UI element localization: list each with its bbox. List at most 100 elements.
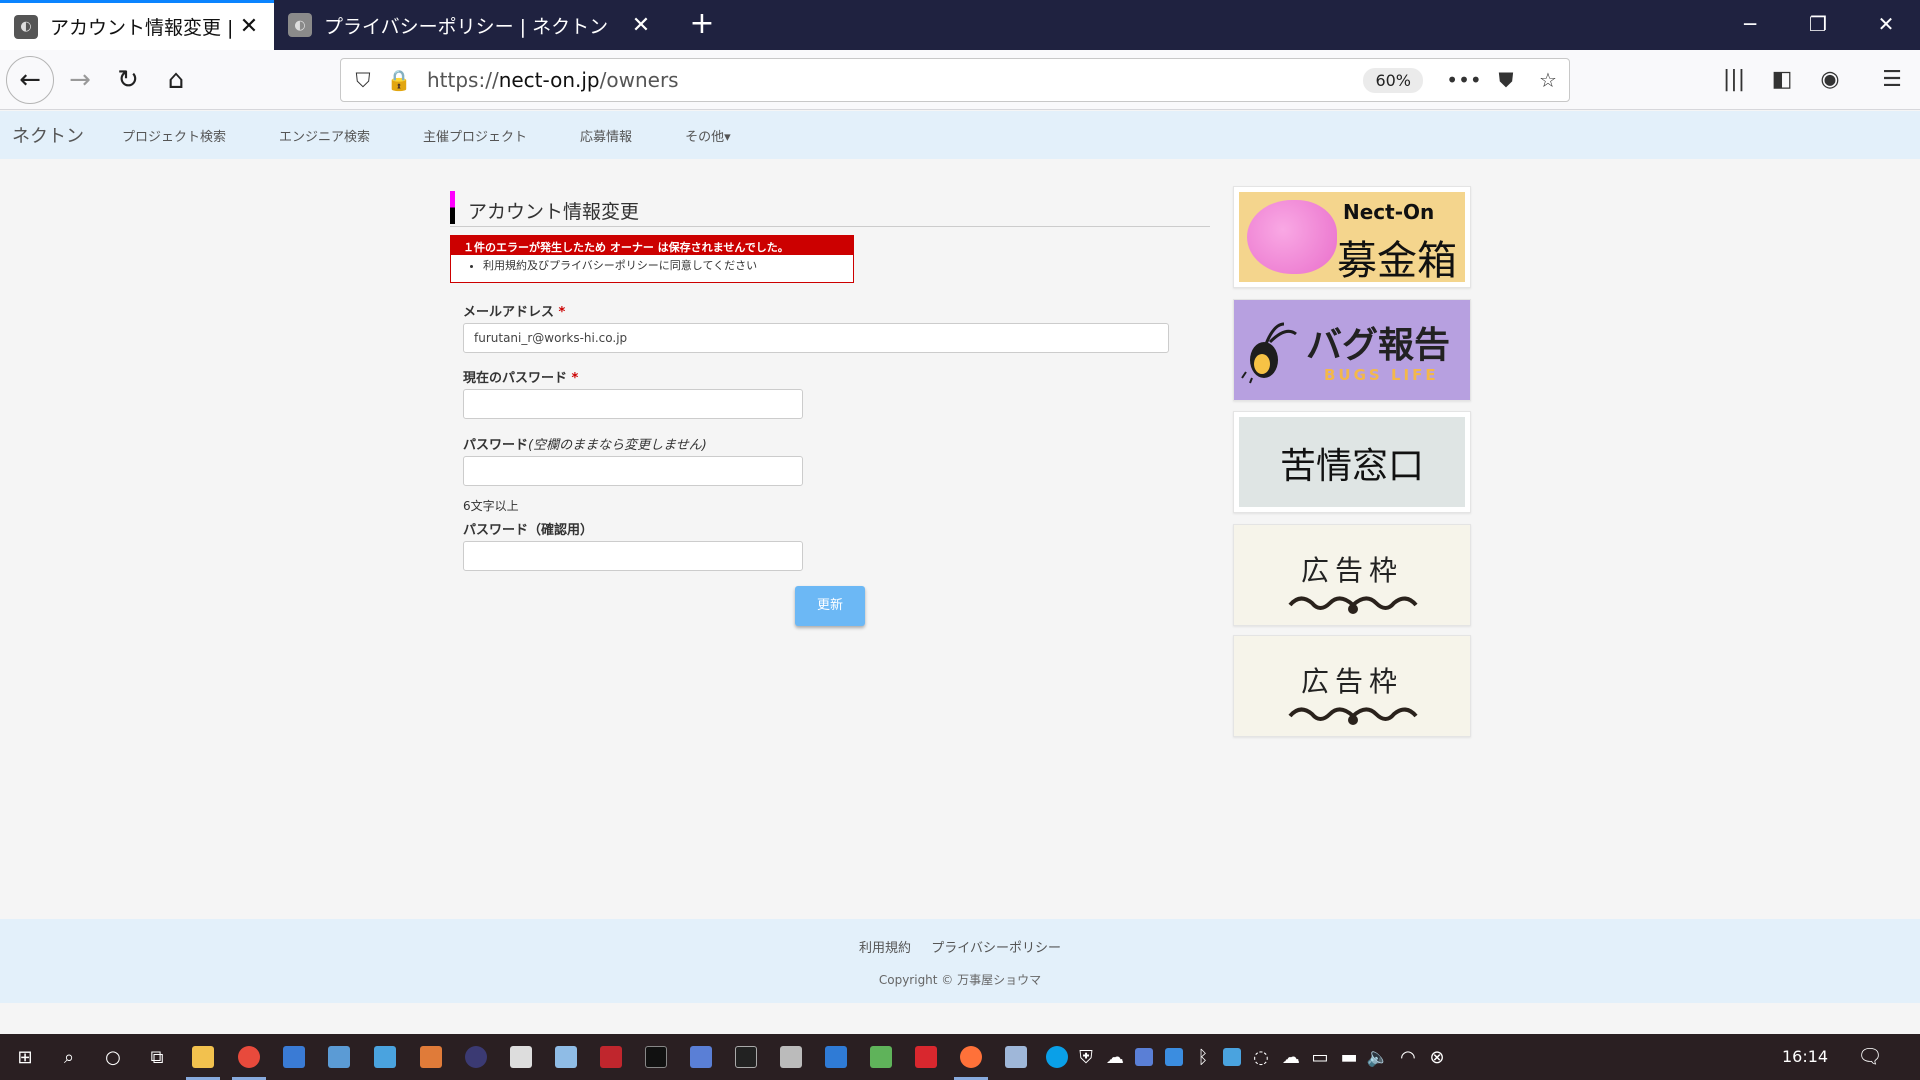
password-label: パスワード(空欄のままなら変更しません) (463, 434, 707, 453)
password-note: (空欄のままなら変更しません) (528, 438, 707, 453)
more-actions-icon[interactable]: ••• (1443, 68, 1485, 92)
cortana-icon[interactable]: ○ (96, 1041, 130, 1073)
tray-app-icon[interactable]: ◌ (1244, 1041, 1278, 1073)
banner-background: 苦情窓口 (1239, 417, 1465, 507)
banner-title: 苦情窓口 (1279, 446, 1424, 487)
app-icon[interactable] (549, 1041, 583, 1073)
password-confirm-label: パスワード（確認用） (463, 523, 594, 538)
bookmark-star-icon[interactable]: ☆ (1527, 68, 1569, 92)
app-icon[interactable] (999, 1041, 1033, 1073)
tab-title: プライバシーポリシー | ネクトン (324, 15, 609, 38)
url-text[interactable]: https://nect-on.jp/owners (427, 68, 1363, 92)
library-icon[interactable]: ||| (1712, 60, 1756, 100)
update-button[interactable]: 更新 (795, 586, 865, 626)
mail-icon[interactable] (819, 1041, 853, 1073)
network-error-icon[interactable]: ⊗ (1420, 1041, 1454, 1073)
page-footer: 利用規約 プライバシーポリシー Copyright © 万事屋ショウマ (0, 919, 1920, 1003)
terminal-icon[interactable] (639, 1041, 673, 1073)
password-confirm-field[interactable] (463, 541, 803, 571)
shield-icon[interactable]: ⛉ (345, 68, 381, 92)
notification-center-icon[interactable]: 🗨 (1856, 1044, 1884, 1070)
task-view-icon[interactable]: ⧉ (140, 1041, 174, 1073)
ad-slot-banner-1[interactable]: 広告枠 (1233, 524, 1471, 626)
current-password-field[interactable] (463, 389, 803, 419)
tab-account-settings[interactable]: ◐ アカウント情報変更 | ネクトン ✕ (0, 0, 274, 50)
back-button[interactable]: ← (6, 56, 54, 104)
privacy-policy-link[interactable]: プライバシーポリシー (931, 941, 1061, 956)
site-brand-link[interactable]: ネクトン (12, 122, 84, 148)
banner-title: 広告枠 (1300, 665, 1403, 698)
email-label-text: メールアドレス (463, 305, 555, 320)
ad-slot-banner-2[interactable]: 広告枠 (1233, 635, 1471, 737)
store-icon[interactable] (277, 1041, 311, 1073)
taskbar-clock[interactable]: 16:14 (1782, 1047, 1828, 1066)
browser-toolbar: ← → ↻ ⌂ ⛉ 🔒 https://nect-on.jp/owners 60… (0, 50, 1920, 110)
restore-window-icon[interactable]: ❐ (1784, 0, 1852, 50)
app-icon[interactable] (504, 1041, 538, 1073)
lock-icon[interactable]: 🔒 (381, 68, 417, 92)
email-field[interactable]: furutani_r@works-hi.co.jp (463, 323, 1169, 353)
zoom-level-badge[interactable]: 60% (1363, 67, 1423, 93)
piggy-bank-icon (1247, 200, 1337, 274)
eclipse-icon[interactable] (459, 1041, 493, 1073)
file-explorer-icon[interactable] (186, 1041, 220, 1080)
banner-subtitle: BUGS LIFE (1324, 366, 1439, 384)
menu-icon[interactable]: ☰ (1870, 60, 1914, 100)
account-icon[interactable]: ◉ (1808, 60, 1852, 100)
terms-link[interactable]: 利用規約 (859, 941, 911, 956)
pdf-reader-icon[interactable] (909, 1041, 943, 1073)
banner-title: Nect-On (1343, 200, 1435, 224)
firefox-icon[interactable] (954, 1041, 988, 1080)
tab-privacy-policy[interactable]: ◐ プライバシーポリシー | ネクトン ✕ (274, 0, 666, 50)
app-icon[interactable] (322, 1041, 356, 1073)
nav-other-dropdown[interactable]: その他▾ (685, 126, 731, 145)
nav-engineer-search[interactable]: エンジニア検索 (279, 126, 370, 145)
url-host: nect-on.jp (498, 68, 600, 92)
tab-title: アカウント情報変更 | ネクトン (50, 17, 234, 39)
app-icon[interactable] (414, 1041, 448, 1073)
close-window-icon[interactable]: ✕ (1852, 0, 1920, 50)
page-title: アカウント情報変更 (450, 191, 1210, 227)
donation-box-banner[interactable]: Nect-On 募金箱 (1233, 186, 1471, 288)
app-icon[interactable] (864, 1041, 898, 1073)
sidebar-icon[interactable]: ◧ (1760, 60, 1804, 100)
close-tab-icon[interactable]: ✕ (234, 14, 264, 39)
chrome-icon[interactable] (232, 1041, 266, 1080)
search-icon[interactable]: ⌕ (52, 1041, 86, 1073)
app-icon[interactable] (729, 1041, 763, 1073)
account-form: メールアドレス * furutani_r@works-hi.co.jp 現在のパ… (463, 301, 1183, 631)
nav-applications[interactable]: 応募情報 (580, 126, 632, 145)
banner-title: 広告枠 (1300, 554, 1403, 587)
address-bar[interactable]: ⛉ 🔒 https://nect-on.jp/owners 60% ••• ⛊ … (340, 58, 1570, 102)
volume-icon[interactable]: 🔈 (1361, 1041, 1395, 1073)
banner-background: バグ報告 BUGS LIFE (1234, 300, 1470, 400)
bug-report-banner[interactable]: バグ報告 BUGS LIFE (1233, 299, 1471, 401)
banner-subtitle: 募金箱 (1337, 238, 1457, 284)
password-field[interactable] (463, 456, 803, 486)
app-icon[interactable] (774, 1041, 808, 1073)
required-mark: * (571, 371, 579, 386)
banner-background: 広告枠 (1234, 525, 1470, 625)
page-title-text: アカウント情報変更 (468, 201, 640, 223)
app-icon[interactable] (684, 1041, 718, 1073)
complaint-window-banner[interactable]: 苦情窓口 (1233, 411, 1471, 513)
minimize-window-icon[interactable]: ─ (1716, 0, 1784, 50)
web-page: ネクトン プロジェクト検索 エンジニア検索 主催プロジェクト 応募情報 その他▾… (0, 111, 1920, 1034)
nav-project-search[interactable]: プロジェクト検索 (122, 126, 226, 145)
tray-app-icon[interactable] (1127, 1041, 1161, 1073)
banner-background: 広告枠 (1234, 636, 1470, 736)
app-icon[interactable] (594, 1041, 628, 1073)
forward-button[interactable]: → (58, 58, 102, 102)
new-tab-button[interactable]: + (684, 6, 720, 42)
ornament-icon (1288, 596, 1418, 614)
close-tab-icon[interactable]: ✕ (626, 13, 656, 38)
current-password-label: 現在のパスワード * (463, 367, 578, 386)
windows-start-icon[interactable]: ⊞ (8, 1041, 42, 1073)
nav-hosted-projects[interactable]: 主催プロジェクト (423, 126, 527, 145)
home-button[interactable]: ⌂ (154, 58, 198, 102)
site-favicon-icon: ◐ (14, 14, 38, 39)
app-icon[interactable] (368, 1041, 402, 1073)
pocket-icon[interactable]: ⛊ (1485, 68, 1527, 92)
reload-button[interactable]: ↻ (106, 58, 150, 102)
banner-background: Nect-On 募金箱 (1239, 192, 1465, 284)
